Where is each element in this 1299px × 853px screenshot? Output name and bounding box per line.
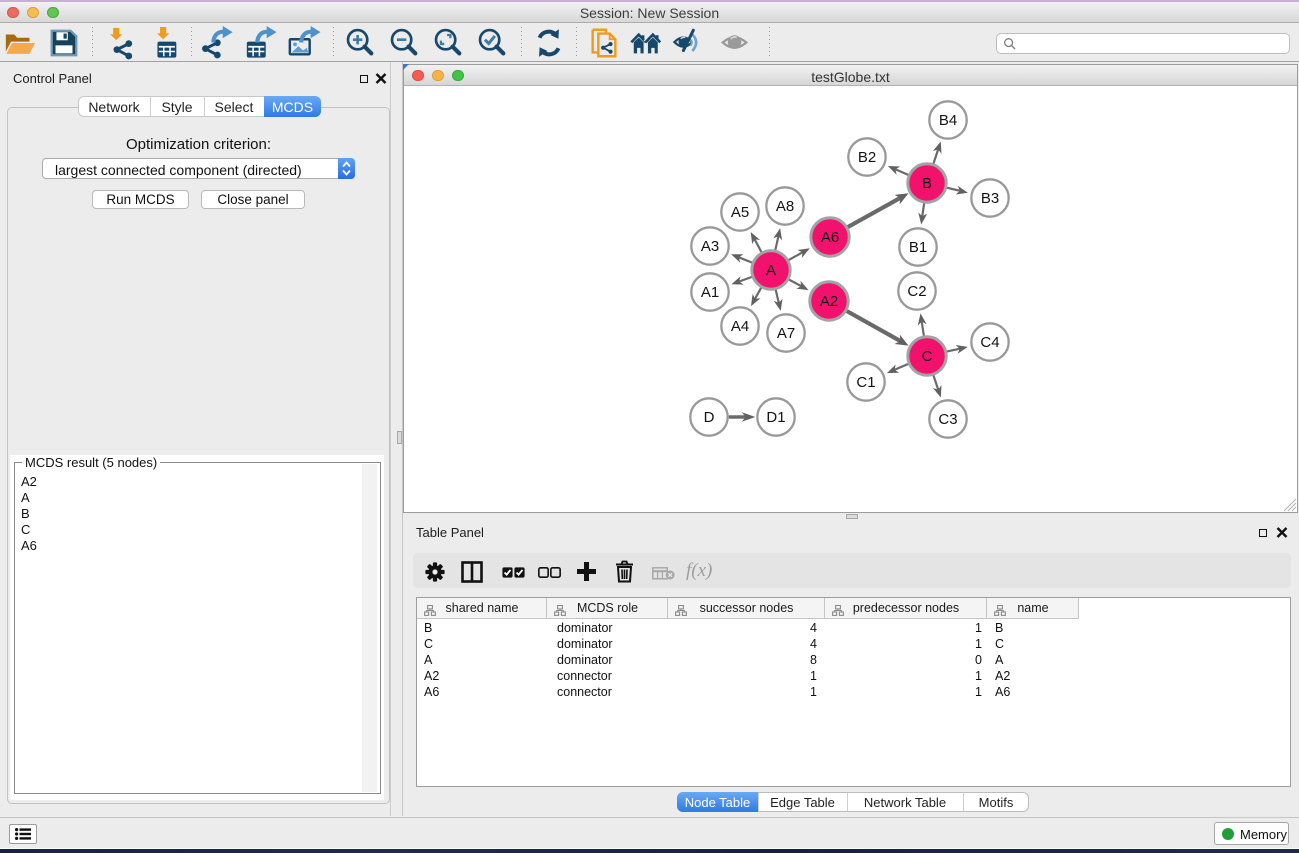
svg-text:A6: A6 — [821, 229, 839, 246]
svg-text:B4: B4 — [939, 112, 957, 129]
svg-text:B2: B2 — [858, 149, 876, 166]
svg-text:B: B — [922, 175, 932, 192]
svg-text:A5: A5 — [731, 204, 749, 221]
svg-text:A7: A7 — [777, 325, 795, 342]
svg-text:A8: A8 — [776, 198, 794, 215]
svg-text:A1: A1 — [701, 284, 719, 301]
svg-text:C4: C4 — [980, 334, 999, 351]
svg-text:A: A — [766, 262, 776, 279]
svg-text:A3: A3 — [701, 238, 719, 255]
svg-text:A4: A4 — [731, 318, 749, 335]
svg-text:C3: C3 — [938, 411, 957, 428]
svg-text:B3: B3 — [981, 190, 999, 207]
svg-text:C1: C1 — [856, 374, 875, 391]
svg-text:C: C — [922, 348, 933, 365]
svg-text:A2: A2 — [820, 293, 838, 310]
svg-text:B1: B1 — [909, 239, 927, 256]
svg-text:D1: D1 — [766, 409, 785, 426]
svg-text:C2: C2 — [907, 283, 926, 300]
svg-text:D: D — [704, 409, 715, 426]
